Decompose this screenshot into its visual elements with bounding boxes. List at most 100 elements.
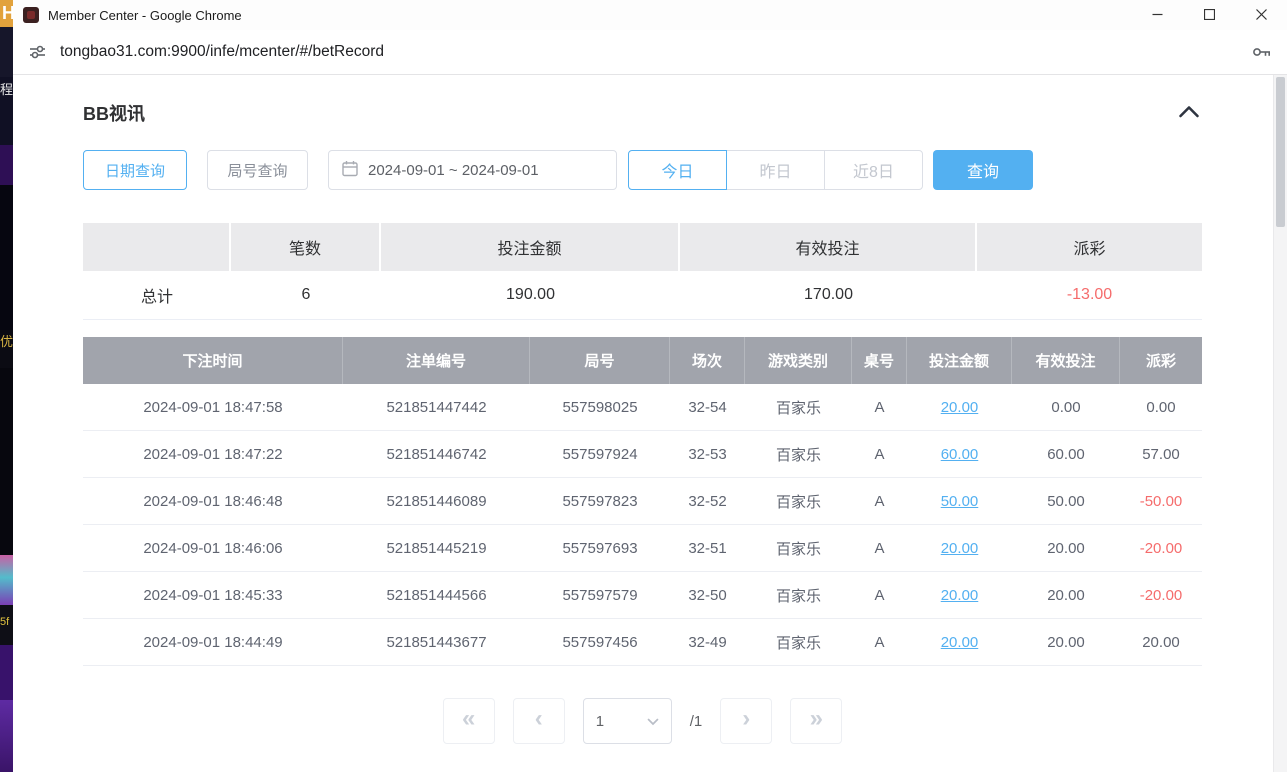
bet-records-table: 下注时间 注单编号 局号 场次 游戏类别 桌号 投注金额 有效投注 派彩 202…	[83, 337, 1202, 666]
cell-game-type: 百家乐	[745, 619, 852, 666]
bet-amount-link[interactable]: 20.00	[941, 634, 979, 651]
table-row: 2024-09-01 18:46:48 521851446089 5575978…	[83, 478, 1202, 525]
bet-amount-link[interactable]: 20.00	[941, 540, 979, 557]
window-controls	[1131, 0, 1287, 30]
summary-total-valid-bet: 170.00	[680, 271, 977, 320]
first-page-icon: «	[462, 705, 475, 733]
header-table-no: 桌号	[852, 337, 907, 384]
prev-page-icon: ‹	[535, 705, 543, 733]
calendar-icon	[342, 160, 358, 181]
table-row: 2024-09-01 18:44:49 521851443677 5575974…	[83, 619, 1202, 666]
summary-total-row: 总计 6 190.00 170.00 -13.00	[83, 271, 1202, 320]
cell-payout: 0.00	[1120, 384, 1202, 431]
background-fragment	[0, 368, 13, 555]
header-order-id: 注单编号	[343, 337, 530, 384]
cell-bet-time: 2024-09-01 18:44:49	[83, 619, 343, 666]
bet-amount-link[interactable]: 20.00	[941, 399, 979, 416]
cell-game-type: 百家乐	[745, 384, 852, 431]
summary-header-row: 笔数 投注金额 有效投注 派彩	[83, 223, 1202, 271]
cell-round-id: 557597579	[530, 572, 670, 619]
round-query-tab[interactable]: 局号查询	[207, 150, 308, 190]
screen: H 程 优 5f Member Center - Google Chrome	[0, 0, 1287, 772]
summary-header-valid-bet: 有效投注	[680, 223, 977, 271]
prev-page-button[interactable]: ‹	[513, 698, 565, 744]
summary-total-label: 总计	[83, 271, 231, 320]
background-window-strip: H 程 优 5f	[0, 0, 13, 772]
cell-round-id: 557598025	[530, 384, 670, 431]
cell-bet-time: 2024-09-01 18:45:33	[83, 572, 343, 619]
collapse-panel-button[interactable]	[1176, 103, 1202, 123]
table-row: 2024-09-01 18:46:06 521851445219 5575976…	[83, 525, 1202, 572]
summary-header-payout: 派彩	[977, 223, 1202, 271]
filter-row: 日期查询 局号查询 2024-09-01 ~ 2024-09-01 今日	[83, 150, 1202, 190]
cell-payout: -20.00	[1120, 525, 1202, 572]
table-header-row: 下注时间 注单编号 局号 场次 游戏类别 桌号 投注金额 有效投注 派彩	[83, 337, 1202, 384]
table-row: 2024-09-01 18:47:22 521851446742 5575979…	[83, 431, 1202, 478]
cell-table-no: A	[852, 478, 907, 525]
cell-payout: -50.00	[1120, 478, 1202, 525]
url-text[interactable]: tongbao31.com:9900/infe/mcenter/#/betRec…	[60, 43, 1238, 61]
titlebar: Member Center - Google Chrome	[13, 0, 1287, 30]
page-select[interactable]: 1	[583, 698, 672, 744]
cell-valid-bet: 20.00	[1012, 525, 1120, 572]
table-body: 2024-09-01 18:47:58 521851447442 5575980…	[83, 384, 1202, 666]
cell-game-type: 百家乐	[745, 572, 852, 619]
bet-amount-link[interactable]: 60.00	[941, 446, 979, 463]
header-game-type: 游戏类别	[745, 337, 852, 384]
background-fragment	[0, 555, 13, 605]
cell-round-id: 557597456	[530, 619, 670, 666]
today-button[interactable]: 今日	[628, 150, 727, 190]
close-button[interactable]	[1235, 0, 1287, 30]
cell-session: 32-50	[670, 572, 745, 619]
next-page-icon: ›	[742, 705, 750, 733]
cell-session: 32-51	[670, 525, 745, 572]
scrollbar-thumb[interactable]	[1276, 77, 1285, 227]
scrollbar[interactable]	[1273, 75, 1287, 772]
bet-amount-link[interactable]: 20.00	[941, 587, 979, 604]
cell-table-no: A	[852, 525, 907, 572]
cell-bet-time: 2024-09-01 18:46:48	[83, 478, 343, 525]
date-range-input[interactable]: 2024-09-01 ~ 2024-09-01	[328, 150, 617, 190]
summary-total-bet-amount: 190.00	[381, 271, 680, 320]
summary-total-count: 6	[231, 271, 381, 320]
cell-valid-bet: 20.00	[1012, 619, 1120, 666]
last-page-button[interactable]: »	[790, 698, 842, 744]
cell-table-no: A	[852, 572, 907, 619]
cell-table-no: A	[852, 619, 907, 666]
header-bet-time: 下注时间	[83, 337, 343, 384]
yesterday-button[interactable]: 昨日	[726, 150, 825, 190]
cell-valid-bet: 20.00	[1012, 572, 1120, 619]
cell-valid-bet: 60.00	[1012, 431, 1120, 478]
cell-payout: 20.00	[1120, 619, 1202, 666]
next-page-button[interactable]: ›	[720, 698, 772, 744]
minimize-icon	[1152, 8, 1163, 23]
password-key-icon[interactable]	[1251, 42, 1272, 62]
page-select-value: 1	[596, 713, 604, 730]
cell-bet-amount: 20.00	[907, 572, 1012, 619]
chevron-up-icon	[1178, 105, 1200, 121]
site-favicon-icon	[23, 7, 39, 23]
summary-header-bet-amount: 投注金额	[381, 223, 680, 271]
summary-header-count: 笔数	[231, 223, 381, 271]
cell-session: 32-52	[670, 478, 745, 525]
bet-amount-link[interactable]: 50.00	[941, 493, 979, 510]
panel-title: BB视讯	[83, 100, 145, 126]
cell-order-id: 521851446742	[343, 431, 530, 478]
summary-total-payout: -13.00	[977, 271, 1202, 320]
table-row: 2024-09-01 18:47:58 521851447442 5575980…	[83, 384, 1202, 431]
maximize-button[interactable]	[1183, 0, 1235, 30]
date-range-value: 2024-09-01 ~ 2024-09-01	[368, 162, 539, 179]
cell-bet-amount: 20.00	[907, 525, 1012, 572]
date-query-tab[interactable]: 日期查询	[83, 150, 187, 190]
last-8-days-button[interactable]: 近8日	[824, 150, 923, 190]
first-page-button[interactable]: «	[443, 698, 495, 744]
minimize-button[interactable]	[1131, 0, 1183, 30]
cell-order-id: 521851446089	[343, 478, 530, 525]
cell-payout: 57.00	[1120, 431, 1202, 478]
site-settings-tune-icon[interactable]	[28, 43, 47, 61]
background-fragment	[0, 185, 13, 330]
browser-window: Member Center - Google Chrome	[13, 0, 1287, 772]
cell-session: 32-54	[670, 384, 745, 431]
search-button[interactable]: 查询	[933, 150, 1033, 190]
cell-valid-bet: 0.00	[1012, 384, 1120, 431]
